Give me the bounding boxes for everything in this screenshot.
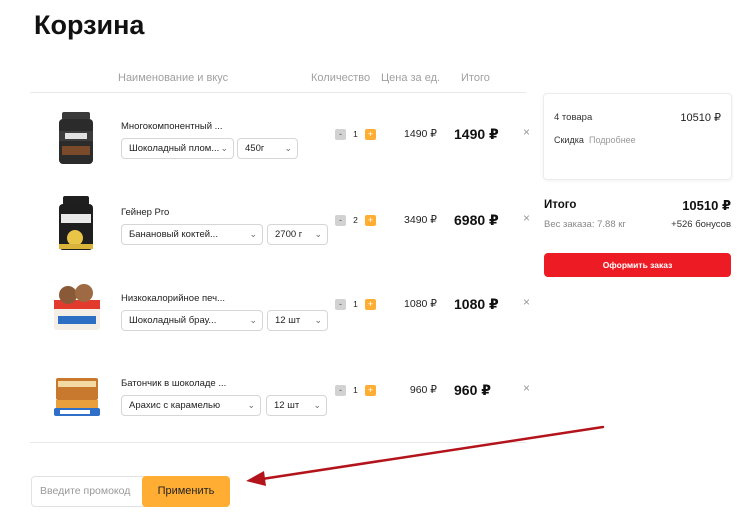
annotation-arrow [246, 425, 605, 486]
